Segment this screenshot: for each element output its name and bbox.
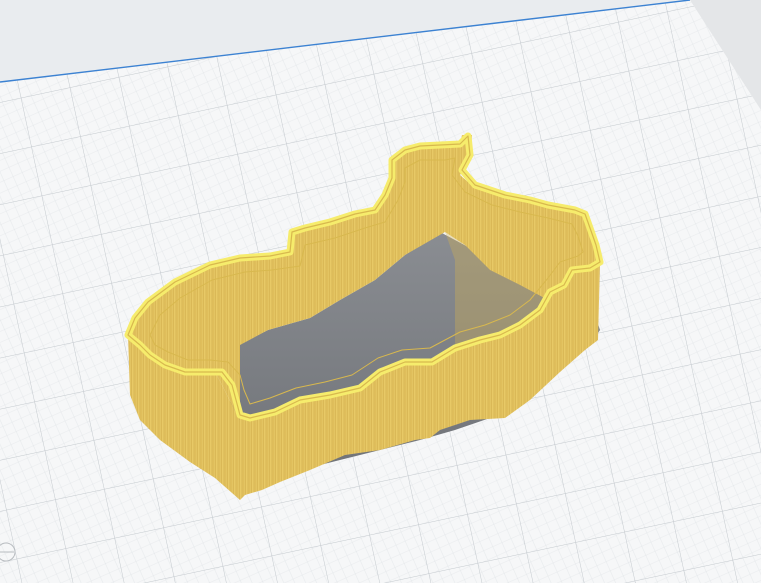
scene-canvas[interactable]	[0, 0, 761, 583]
3d-viewport[interactable]	[0, 0, 761, 583]
